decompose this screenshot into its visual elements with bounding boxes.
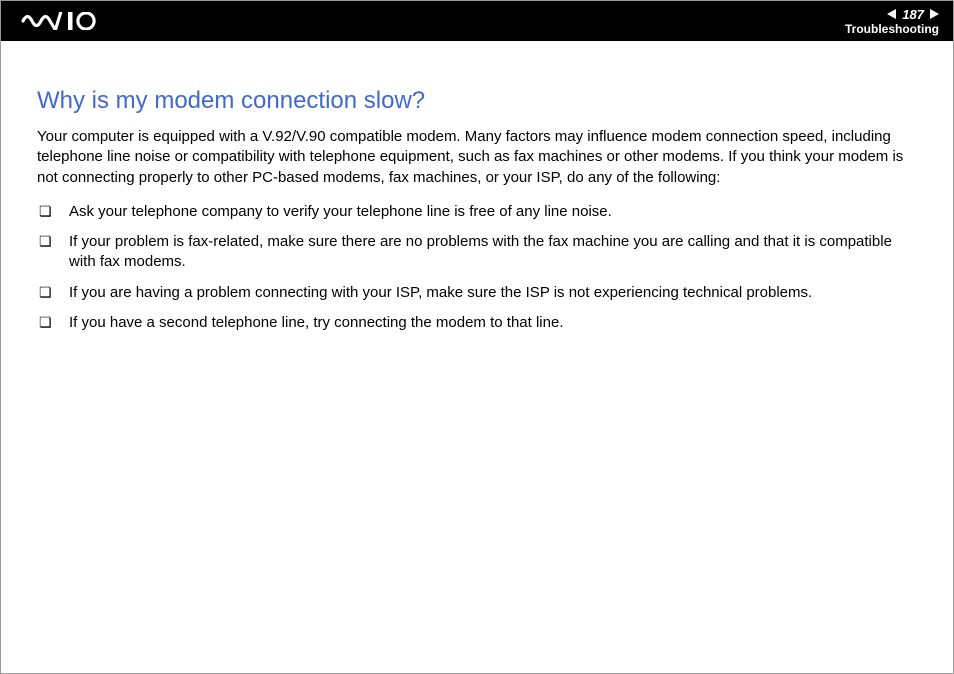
intro-paragraph: Your computer is equipped with a V.92/V.… <box>37 127 917 188</box>
header-bar: 187 Troubleshooting <box>1 1 953 41</box>
list-item: Ask your telephone company to verify you… <box>37 202 917 222</box>
prev-page-arrow-icon[interactable] <box>887 9 896 19</box>
list-item: If your problem is fax-related, make sur… <box>37 232 917 273</box>
list-item: If you have a second telephone line, try… <box>37 313 917 333</box>
page-container: 187 Troubleshooting Why is my modem conn… <box>0 0 954 674</box>
bullet-list: Ask your telephone company to verify you… <box>37 202 917 333</box>
page-title: Why is my modem connection slow? <box>37 87 917 115</box>
page-nav: 187 <box>887 8 939 21</box>
page-number: 187 <box>900 8 926 21</box>
header-right: 187 Troubleshooting <box>845 8 939 35</box>
section-name: Troubleshooting <box>845 23 939 35</box>
content-area: Why is my modem connection slow? Your co… <box>1 41 953 333</box>
vaio-logo-svg <box>19 12 117 30</box>
list-item: If you are having a problem connecting w… <box>37 283 917 303</box>
next-page-arrow-icon[interactable] <box>930 9 939 19</box>
vaio-logo <box>19 12 117 30</box>
